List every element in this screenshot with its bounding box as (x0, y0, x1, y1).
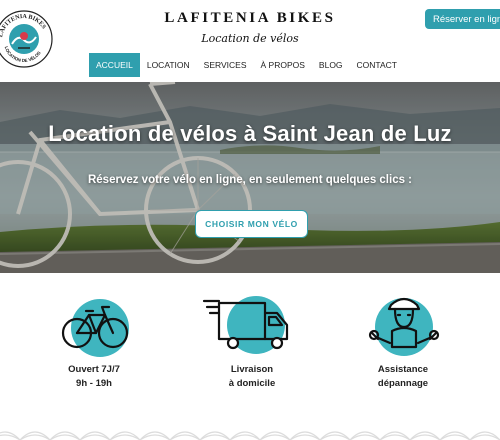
feature-line2: dépannage (377, 378, 429, 389)
nav-item-services[interactable]: SERVICES (197, 53, 254, 77)
feature-line1: Ouvert 7J/7 (68, 364, 120, 375)
feature-line2: à domicile (228, 378, 276, 389)
choose-bike-button[interactable]: CHOISIR MON VÉLO (195, 210, 308, 238)
feature-line2: 9h - 19h (76, 378, 112, 389)
nav-item-location[interactable]: LOCATION (140, 53, 197, 77)
feature-line1: Assistance (377, 364, 429, 375)
nav-item-accueil[interactable]: ACCUEIL (89, 53, 140, 77)
nav-item-contact[interactable]: CONTACT (350, 53, 404, 77)
hero-subtitle: Réservez votre vélo en ligne, en seuleme… (87, 174, 413, 186)
nav-item-a-propos[interactable]: À PROPOS (254, 53, 312, 77)
main-nav: ACCUEIL LOCATION SERVICES À PROPOS BLOG … (89, 53, 404, 77)
book-online-button[interactable]: Réserver en ligne (425, 9, 500, 29)
features-section: Ouvert 7J/7 9h - 19h Livraison à domicil… (0, 273, 500, 440)
feature-label: Assistance dépannage (348, 363, 458, 391)
bicycle-icon (61, 305, 129, 349)
feature-label: Livraison à domicile (197, 363, 307, 391)
delivery-truck-icon (202, 299, 289, 350)
hero-title: Location de vélos à Saint Jean de Luz (48, 121, 452, 146)
wave-pattern-divider (0, 431, 500, 440)
hero-banner: Location de vélos à Saint Jean de Luz Ré… (0, 82, 500, 273)
nav-item-blog[interactable]: BLOG (312, 53, 350, 77)
mechanic-icon (368, 297, 440, 349)
brand-subtitle: Location de vélos (201, 32, 299, 45)
site-header: LAFITENIA BIKES LOCATION DE VÉLOS LAFITE… (0, 0, 500, 82)
feature-line1: Livraison (230, 364, 274, 375)
feature-label: Ouvert 7J/7 9h - 19h (39, 363, 149, 391)
